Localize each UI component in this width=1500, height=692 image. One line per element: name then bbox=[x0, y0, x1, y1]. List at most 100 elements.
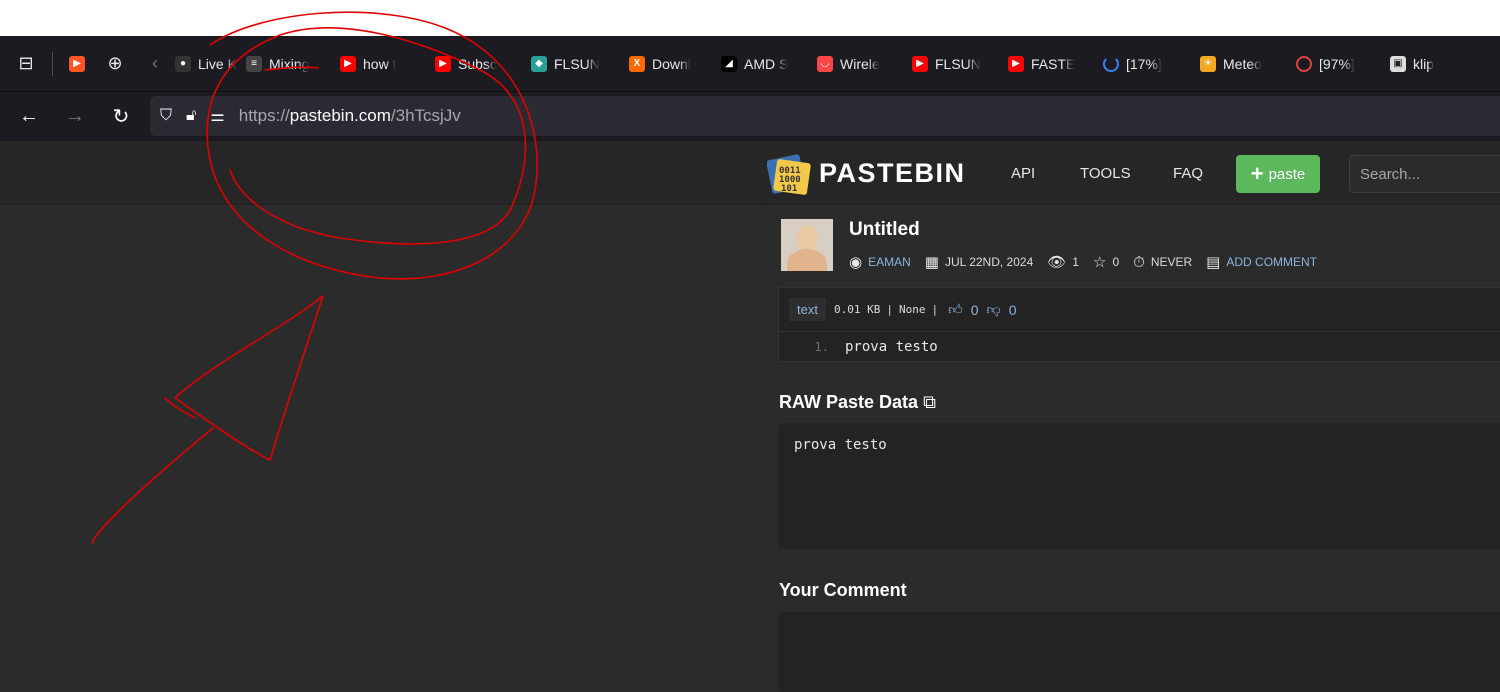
calendar-icon: ▦ bbox=[924, 254, 939, 271]
user-icon: ◉ bbox=[849, 254, 863, 271]
browser-tab[interactable]: ▶ how t bbox=[340, 36, 435, 91]
browser-tab[interactable]: ◢ AMD S bbox=[721, 36, 817, 91]
youtube-icon: ▶ bbox=[340, 55, 356, 72]
reload-icon[interactable]: ↻ bbox=[98, 104, 144, 129]
browser-tab-label: FLSUN bbox=[935, 55, 981, 72]
browser-tab[interactable]: ☀ Meteo bbox=[1200, 36, 1296, 91]
browser-tab-bar: ⊟ ▶ ⊕ ‹ ● Live K ≡ Mixing ▶ how t ▶ Subsc ◆ FLSUN… bbox=[0, 36, 1500, 91]
forward-arrow-icon[interactable]: → bbox=[52, 105, 98, 128]
browser-tab-label: Subsc bbox=[458, 55, 497, 72]
avatar-body bbox=[787, 249, 827, 271]
search-placeholder: Search... bbox=[1360, 165, 1421, 183]
line-code: prova testo bbox=[845, 339, 938, 355]
shield-icon[interactable]: ⛉ bbox=[160, 107, 172, 125]
star-count: 0 bbox=[1112, 255, 1120, 269]
paste-title: Untitled bbox=[849, 219, 920, 240]
view-count: 1 bbox=[1072, 255, 1079, 269]
address-bar[interactable]: ⛉ 🔓︎ ⚌ https://pastebin.com/3hTcsjJv bbox=[150, 96, 1500, 136]
browser-tab[interactable]: ◆ FLSUN bbox=[531, 36, 629, 91]
logo-text: PASTEBIN bbox=[819, 157, 966, 188]
comment-textarea[interactable] bbox=[778, 612, 1500, 692]
lock-icon[interactable]: 🔓︎ bbox=[186, 107, 196, 125]
youtube-icon: ▶ bbox=[912, 55, 928, 72]
dislike-count: 0 bbox=[1008, 301, 1017, 318]
thumbs-up-icon[interactable]: 👍︎ bbox=[948, 301, 963, 318]
separator: | bbox=[886, 303, 893, 316]
browser-tab[interactable]: X Downl bbox=[629, 36, 721, 91]
copy-icon[interactable]: ⧉ bbox=[923, 392, 936, 412]
new-paste-button[interactable]: + paste bbox=[1236, 155, 1320, 193]
site-header: 0011 1000 101 PASTEBIN API TOOLS FAQ + p… bbox=[0, 141, 1500, 205]
browser-tab-label: FLSUN bbox=[554, 55, 600, 72]
nav-faq-link[interactable]: FAQ bbox=[1173, 165, 1203, 182]
nav-api-link[interactable]: API bbox=[1011, 165, 1035, 182]
browser-tab[interactable]: ▶ Subsc bbox=[435, 36, 531, 91]
browser-toolbar: ← → ↻ ⛉ 🔓︎ ⚌ https://pastebin.com/3hTcsj… bbox=[0, 91, 1500, 141]
timer-icon: ⏱︎ bbox=[1133, 253, 1145, 271]
paste-date: JUL 22ND, 2024 bbox=[944, 255, 1034, 269]
browser-tab[interactable]: ≡ Mixing bbox=[246, 36, 340, 91]
raw-data-heading: RAW Paste Data ⧉ bbox=[779, 392, 936, 413]
code-header: text 0.01 KB | None | 👍︎ 0 👎︎ 0 bbox=[779, 288, 1500, 332]
browser-tab-label: FASTE bbox=[1031, 55, 1076, 72]
mixing-icon: ≡ bbox=[246, 55, 262, 72]
line-number: 1. bbox=[814, 340, 829, 354]
amd-icon: ◢ bbox=[721, 55, 737, 72]
browser-tab[interactable]: [97%] bbox=[1296, 36, 1390, 91]
column-divider bbox=[765, 205, 766, 692]
aliexpress-icon: ◡ bbox=[817, 55, 833, 72]
avatar[interactable] bbox=[781, 219, 833, 271]
pastebin-logo[interactable]: 0011 1000 101 PASTEBIN bbox=[767, 151, 966, 195]
browser-tab-label: klip bbox=[1413, 55, 1435, 72]
search-input[interactable]: Search... bbox=[1349, 155, 1500, 193]
thumbs-down-icon[interactable]: 👎︎ bbox=[987, 301, 1001, 318]
url-text[interactable]: https://pastebin.com/3hTcsjJv bbox=[239, 106, 461, 126]
youtube-icon: ▶ bbox=[1008, 55, 1024, 72]
back-arrow-icon[interactable]: ← bbox=[6, 105, 52, 128]
expiry-value: NEVER bbox=[1150, 255, 1193, 269]
author-link[interactable]: EAMAN bbox=[868, 255, 911, 269]
browser-tab-label: AMD S bbox=[744, 55, 789, 72]
raw-paste-textarea[interactable]: prova testo bbox=[778, 423, 1500, 549]
comment-heading: Your Comment bbox=[779, 580, 907, 600]
meteo-icon: ☀ bbox=[1200, 55, 1216, 72]
tab-overview-icon[interactable]: ⊟ bbox=[6, 53, 46, 74]
browser-tab[interactable]: ▶ FLSUN bbox=[912, 36, 1008, 91]
add-comment-link[interactable]: ADD COMMENT bbox=[1226, 255, 1317, 269]
raw-data-heading-text: RAW Paste Data bbox=[779, 392, 919, 412]
tabs-scroll-left-icon[interactable]: ‹ bbox=[135, 53, 175, 74]
flsun-icon: ◆ bbox=[531, 55, 547, 72]
browser-tab[interactable]: ● Live K bbox=[175, 36, 246, 91]
paste-meta: ◉ EAMAN ▦ JUL 22ND, 2024 👁︎ 1 ☆ 0 ⏱︎ NEV… bbox=[849, 253, 1331, 272]
star-icon[interactable]: ☆ bbox=[1093, 253, 1106, 271]
syntax-tag[interactable]: text bbox=[789, 298, 826, 321]
avatar-head bbox=[796, 225, 818, 251]
loading-ring-icon bbox=[1296, 55, 1312, 72]
pinned-app-icon: ▶ bbox=[69, 55, 85, 72]
screen-top-strip bbox=[0, 0, 1500, 36]
youtube-icon: ▶ bbox=[435, 55, 451, 72]
browser-tab-label: Wirele bbox=[840, 55, 880, 72]
browser-tab[interactable]: ▣ klip bbox=[1390, 36, 1450, 91]
browser-tab[interactable]: ◡ Wirele bbox=[817, 36, 912, 91]
klip-icon: ▣ bbox=[1390, 55, 1406, 72]
like-count: 0 bbox=[970, 301, 979, 318]
paste-size: 0.01 KB bbox=[833, 303, 881, 316]
page-content: 0011 1000 101 PASTEBIN API TOOLS FAQ + p… bbox=[0, 141, 1500, 692]
x-icon: X bbox=[629, 55, 645, 72]
browser-tab-label: Mixing bbox=[269, 55, 310, 72]
browser-tab-label: [17%] bbox=[1126, 55, 1162, 72]
code-line: 1. prova testo bbox=[779, 332, 1500, 362]
pinned-tab[interactable]: ▶ bbox=[59, 36, 95, 91]
tab-strip: ● Live K ≡ Mixing ▶ how t ▶ Subsc ◆ FLSUN X Downl ◢ A… bbox=[175, 36, 1450, 91]
browser-tab-label: how t bbox=[363, 55, 397, 72]
browser-tab[interactable]: [17%] bbox=[1103, 36, 1200, 91]
loading-spinner-icon bbox=[1103, 55, 1119, 72]
nav-tools-link[interactable]: TOOLS bbox=[1080, 165, 1131, 182]
separator: | bbox=[931, 303, 939, 316]
browser-tab-label: Downl bbox=[652, 55, 691, 72]
site-permissions-icon[interactable]: ⚌ bbox=[210, 106, 224, 126]
browser-tab[interactable]: ▶ FASTE bbox=[1008, 36, 1103, 91]
globe-icon[interactable]: ⊕ bbox=[95, 53, 135, 74]
plus-icon: + bbox=[1250, 161, 1264, 186]
